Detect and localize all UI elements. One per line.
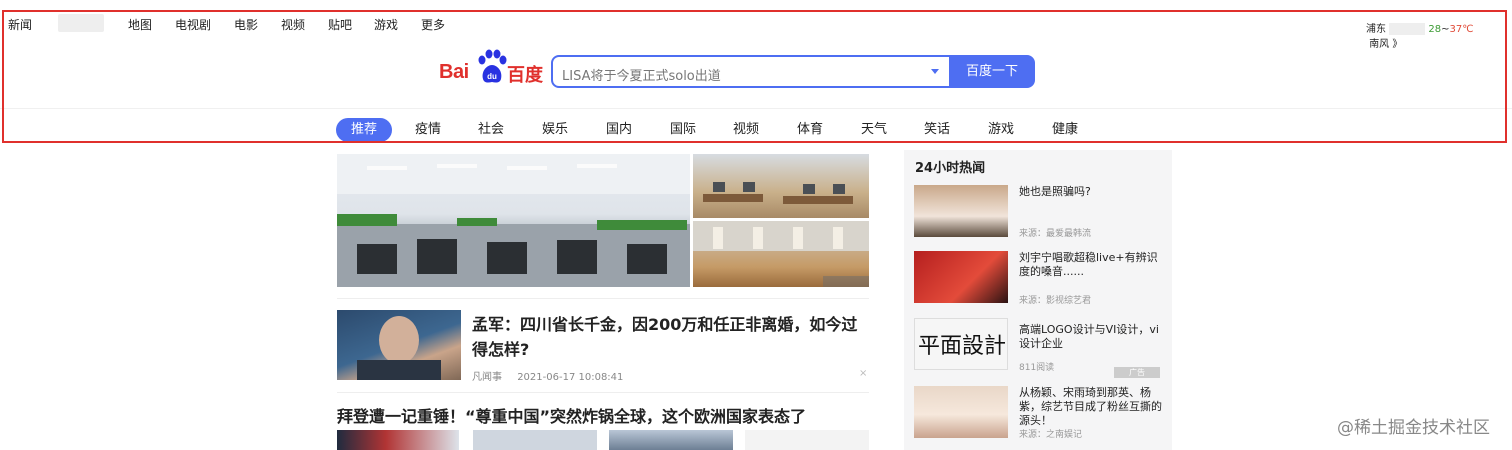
feed-banner-image-bottom-right[interactable]: [693, 221, 869, 287]
tab-domestic[interactable]: 国内: [604, 118, 634, 142]
hot-item-image[interactable]: [914, 185, 1008, 237]
logo-cn-text: 百度: [507, 65, 543, 86]
top-nav: 新闻 地图 电视剧 电影 视频 贴吧 游戏 更多 浦东 28~37℃ 南风 》: [0, 0, 1512, 50]
search-placeholder: LISA将于今夏正式solo出道: [562, 69, 721, 84]
weather-widget[interactable]: 浦东 28~37℃ 南风 》: [1366, 20, 1512, 50]
weather-city: 浦东: [1366, 24, 1386, 35]
feed-divider: [337, 392, 869, 393]
hot-item-image[interactable]: 平面設計: [914, 318, 1008, 370]
weather-temp-low: 28: [1428, 24, 1442, 35]
hot-item-source: 来源：影视综艺君: [1019, 296, 1092, 306]
tab-entertainment[interactable]: 娱乐: [540, 118, 570, 142]
paw-icon: du: [478, 49, 507, 83]
hot-item-image[interactable]: [914, 386, 1008, 438]
article-thumbnail[interactable]: [745, 430, 869, 450]
category-tabs: 推荐 疫情 社会 娱乐 国内 国际 视频 体育 天气 笑话 游戏 健康: [0, 118, 1512, 144]
feed-banner-image-main[interactable]: [337, 154, 690, 287]
weather-wind: 南风 》: [1369, 39, 1403, 50]
article-source: 凡闻事: [472, 372, 502, 383]
nav-link-news[interactable]: 新闻: [8, 16, 32, 33]
article-title[interactable]: 孟军：四川省长千金，因200万和任正非离婚，如今过得怎样?: [472, 312, 872, 362]
tab-jokes[interactable]: 笑话: [922, 118, 952, 142]
feed-divider: [337, 298, 869, 299]
hot-news-title: 24小时热闻: [915, 161, 986, 176]
article-title[interactable]: 拜登遭一记重锤！“尊重中国”突然炸锅全球，这个欧洲国家表态了: [337, 403, 806, 427]
search-input[interactable]: LISA将于今夏正式solo出道: [551, 55, 951, 88]
article-thumbnail[interactable]: [337, 310, 461, 380]
tab-sports[interactable]: 体育: [795, 118, 825, 142]
blurred-nav-item: [58, 14, 104, 32]
article-time: 2021-06-17 10:08:41: [517, 372, 624, 383]
hot-item-text[interactable]: 从杨颖、宋雨琦到那英、杨紫，综艺节目成了粉丝互撕的源头！: [1019, 386, 1164, 428]
feed-banner-image-top-right[interactable]: [693, 154, 869, 218]
tab-video[interactable]: 视频: [731, 118, 761, 142]
baidu-logo[interactable]: Bai du 百度: [439, 49, 543, 89]
tab-international[interactable]: 国际: [668, 118, 698, 142]
logo-bai-text: Bai: [439, 61, 469, 83]
header-divider: [0, 108, 1512, 109]
tab-games[interactable]: 游戏: [986, 118, 1016, 142]
tab-recommend[interactable]: 推荐: [336, 118, 392, 142]
hot-item-text[interactable]: 高端LOGO设计与VI设计，vi设计企业: [1019, 323, 1164, 351]
chevron-down-icon[interactable]: [931, 69, 939, 74]
hot-item-source: 来源：最爱最韩流: [1019, 229, 1092, 239]
article-thumbnail[interactable]: [473, 430, 597, 450]
tab-epidemic[interactable]: 疫情: [413, 118, 443, 142]
ad-badge[interactable]: 广告: [1114, 367, 1160, 378]
search-button[interactable]: 百度一下: [949, 55, 1035, 88]
close-icon[interactable]: ×: [859, 368, 867, 379]
tab-health[interactable]: 健康: [1050, 118, 1080, 142]
watermark: @稀土掘金技术社区: [1337, 418, 1490, 438]
article-thumbnail[interactable]: [337, 430, 459, 450]
nav-link-movie[interactable]: 电影: [234, 16, 258, 33]
nav-link-tieba[interactable]: 贴吧: [328, 16, 352, 33]
tab-society[interactable]: 社会: [476, 118, 506, 142]
article-thumbnail[interactable]: [609, 430, 733, 450]
hot-item-text[interactable]: 刘宇宁唱歌超稳live+有辨识度的嗓音......: [1019, 251, 1164, 279]
nav-link-game[interactable]: 游戏: [374, 16, 398, 33]
hot-item-source: 来源：之南娱记: [1019, 430, 1083, 440]
tab-weather[interactable]: 天气: [859, 118, 889, 142]
article-meta: 凡闻事 2021-06-17 10:08:41: [472, 368, 635, 383]
weather-temp-high: 37℃: [1449, 24, 1474, 35]
weather-icon: [1389, 23, 1426, 35]
nav-link-more[interactable]: 更多: [421, 16, 445, 33]
svg-text:平面設計: 平面設計: [918, 334, 1006, 359]
nav-link-map[interactable]: 地图: [128, 16, 152, 33]
nav-link-tv[interactable]: 电视剧: [175, 16, 211, 33]
nav-link-video[interactable]: 视频: [281, 16, 305, 33]
weather-temp-sep: ~: [1441, 24, 1450, 35]
hot-item-source: 811阅读: [1019, 363, 1055, 373]
hot-item-image[interactable]: [914, 251, 1008, 303]
logo-du-text: du: [487, 72, 497, 81]
hot-item-text[interactable]: 她也是照骗吗?: [1019, 185, 1164, 199]
